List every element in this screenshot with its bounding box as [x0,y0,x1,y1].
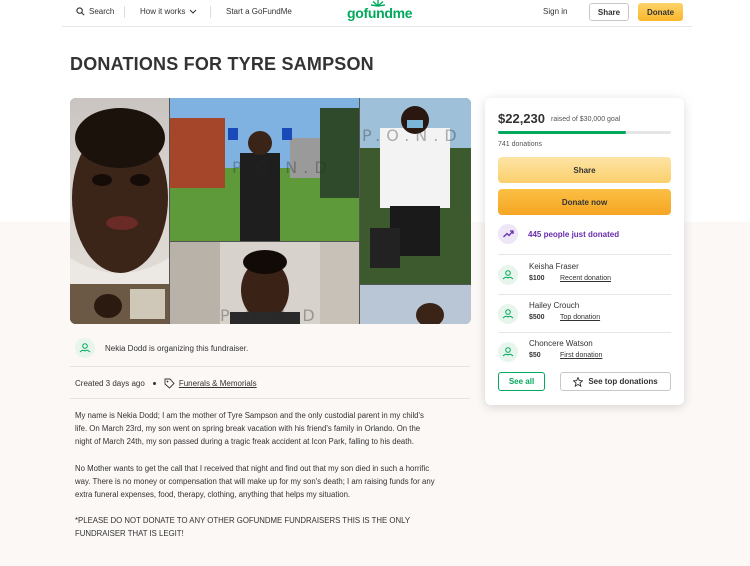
organizer-row: Nekia Dodd is organizing this fundraiser… [75,338,248,358]
category-link[interactable]: Funerals & Memorials [179,379,257,388]
header-share-button[interactable]: Share [589,3,629,21]
donor-item: Hailey Crouch $500 Top donation [498,298,671,334]
meta-separator [152,382,156,385]
watermark: P.O.N.D [362,126,463,145]
portrait-illustration [70,108,169,284]
star-icon [573,376,584,387]
donation-count: 741 donations [498,141,542,148]
donor-name: Keisha Fraser [529,262,579,271]
donor-tag-link[interactable]: Top donation [560,314,600,321]
watermark: P.O.N.D [232,158,333,177]
donor-item: Choncere Watson $50 First donation [498,336,671,372]
campaign-hero-image[interactable]: P.O.N.D P.O.N.D P.O.N.D [70,98,471,324]
start-label: Start a GoFundMe [226,7,292,16]
donor-avatar [498,342,518,362]
card-divider [498,332,671,333]
search-label: Search [89,7,115,16]
photo-tile-son: P.O.N.D [170,242,359,324]
search-link[interactable]: Search [76,7,114,16]
search-icon [76,7,85,16]
hand-heart-icon [502,270,514,280]
see-top-label: See top donations [588,377,658,386]
story-paragraph: No Mother wants to get the call that I r… [75,463,435,500]
header-divider [62,26,692,27]
photo-tile-small-2 [360,285,471,324]
campaign-meta: Created 3 days ago Funerals & Memorials [75,378,257,389]
chevron-down-icon [189,9,197,14]
donor-tag-link[interactable]: First donation [560,352,602,359]
donor-item: Keisha Fraser $100 Recent donation [498,259,671,295]
photo-tile-masked: P.O.N.D [360,98,471,284]
nav-divider [210,6,211,18]
see-top-donations-button[interactable]: See top donations [560,372,671,391]
see-all-button[interactable]: See all [498,372,545,391]
donor-avatar [498,304,518,324]
donor-name: Hailey Crouch [529,301,580,310]
how-it-works-label: How it works [140,7,186,16]
photo-tile-small [70,284,169,324]
section-divider [70,366,470,367]
just-donated-text: 445 people just donated [528,229,620,239]
trend-icon-badge [498,224,518,244]
card-divider [498,294,671,295]
organizer-text: Nekia Dodd is organizing this fundraiser… [105,343,249,353]
donate-now-button[interactable]: Donate now [498,189,671,215]
goal-text: raised of $30,000 goal [551,116,621,123]
donor-amount: $100 [529,275,545,282]
organizer-avatar [75,338,95,358]
donor-avatar [498,265,518,285]
progress-bar [498,131,671,134]
donor-amount: $500 [529,314,545,321]
story-paragraph: *PLEASE DO NOT DONATE TO ANY OTHER GOFUN… [75,516,410,539]
sign-in-link[interactable]: Sign in [543,7,567,16]
story-paragraph: My name is Nekia Dodd; I am the mother o… [75,411,424,447]
photo-tile-outdoor: P.O.N.D [170,98,359,241]
header-donate-button[interactable]: Donate [638,3,683,21]
nav-divider [124,6,125,18]
progress-fill [498,131,627,134]
start-gofundme-link[interactable]: Start a GoFundMe [226,7,292,16]
sign-in-label: Sign in [543,7,568,16]
campaign-story: My name is Nekia Dodd; I am the mother o… [75,409,435,554]
gofundme-logo[interactable]: gofundme [347,5,413,21]
top-nav: Search How it works Start a GoFundMe gof… [0,0,750,26]
photo-tile-mother [70,98,169,284]
how-it-works-link[interactable]: How it works [140,7,197,16]
share-button[interactable]: Share [498,157,671,183]
trending-up-icon [502,230,514,238]
donor-name: Choncere Watson [529,339,593,348]
campaign-title: DONATIONS FOR TYRE SAMPSON [70,54,374,74]
donor-amount: $50 [529,352,541,359]
hand-heart-icon [502,347,514,357]
watermark: P.O.N.D [220,306,321,324]
card-divider [498,254,671,255]
tag-icon [164,378,175,389]
section-divider [70,398,470,399]
created-date: Created 3 days ago [75,379,145,388]
user-icon [79,343,91,353]
hand-heart-icon [502,309,514,319]
donor-tag-link[interactable]: Recent donation [560,275,611,282]
donation-card: $22,230 raised of $30,000 goal 741 donat… [485,98,684,405]
just-donated-notice: 445 people just donated [498,224,619,244]
amount-raised: $22,230 [498,111,545,126]
